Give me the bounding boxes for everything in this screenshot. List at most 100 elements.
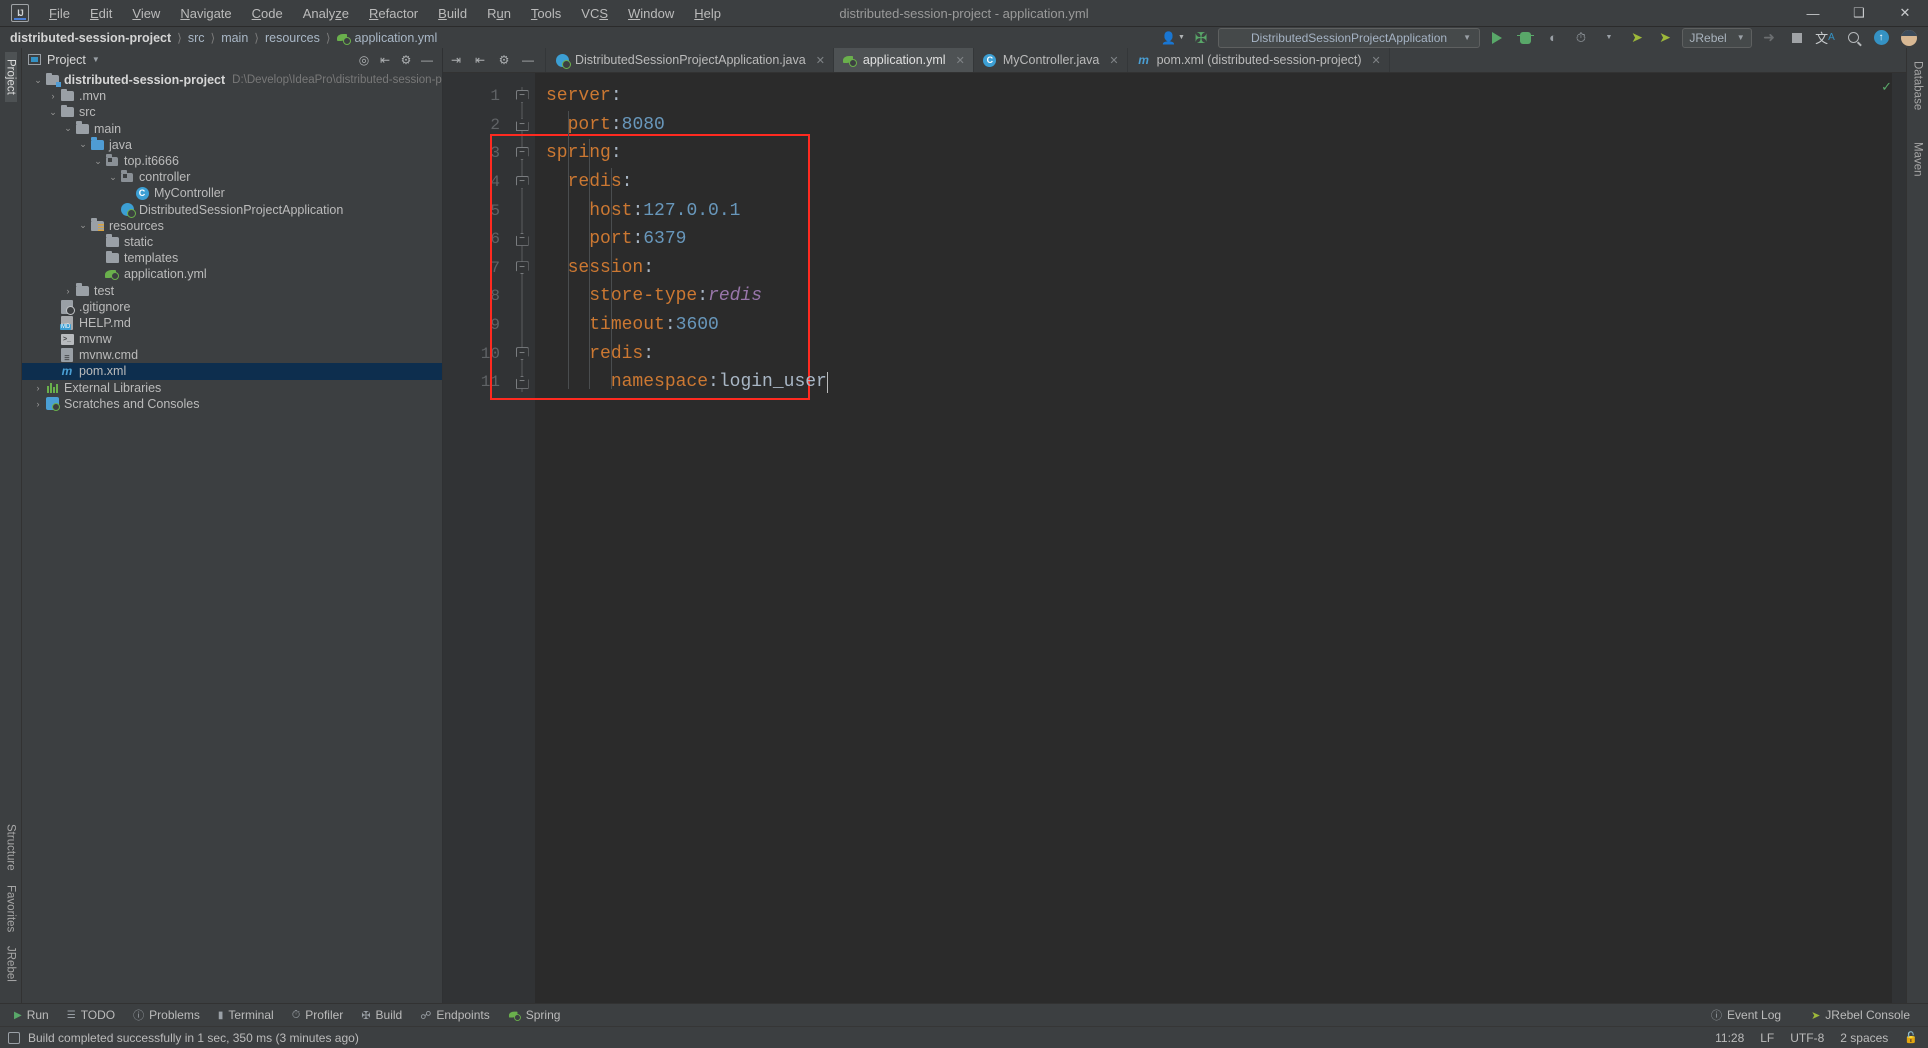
update-app-icon[interactable]: ➜ — [1758, 27, 1780, 48]
tree-item-java[interactable]: ⌄ java — [22, 137, 442, 153]
fold-collapse-icon[interactable]: − — [515, 375, 529, 389]
hide-panel-icon[interactable]: — — [418, 51, 436, 69]
line-number[interactable]: 7 — [443, 254, 509, 283]
fold-marker[interactable]: − — [509, 139, 535, 168]
status-encoding[interactable]: UTF-8 — [1790, 1031, 1824, 1045]
code-content[interactable]: server: port: 8080 spring: redis: host: 1… — [490, 73, 1906, 1003]
editor-tab-application-yml[interactable]: application.yml ✕ — [833, 48, 974, 72]
fold-collapse-icon[interactable]: − — [515, 261, 529, 275]
run-icon[interactable] — [1486, 27, 1508, 48]
chevron-down-icon[interactable]: ⌄ — [92, 156, 104, 167]
chevron-down-icon[interactable]: ▼ — [1598, 27, 1620, 48]
fold-collapse-icon[interactable]: − — [515, 347, 529, 361]
menu-code[interactable]: Code — [242, 2, 293, 25]
fold-collapse-icon[interactable]: − — [515, 175, 529, 189]
menu-navigate[interactable]: Navigate — [170, 2, 241, 25]
strip-jrebel-tab[interactable]: JRebel — [5, 939, 17, 989]
tool-spring[interactable]: Spring — [500, 1006, 569, 1024]
line-number[interactable]: 9 — [443, 311, 509, 340]
line-number[interactable]: 6 — [443, 225, 509, 254]
expand-all-icon[interactable]: ⇥ — [447, 51, 465, 69]
menu-vcs[interactable]: VCS — [571, 2, 618, 25]
close-button[interactable]: ✕ — [1882, 0, 1928, 27]
settings-gear-icon[interactable]: ⚙ — [397, 51, 415, 69]
fold-marker[interactable]: − — [509, 82, 535, 111]
run-configuration-selector[interactable]: DistributedSessionProjectApplication ▼ — [1218, 27, 1480, 48]
menu-window[interactable]: Window — [618, 2, 684, 25]
code-folding-column[interactable]: − − − − − − − − — [509, 73, 535, 1003]
tool-problems[interactable]: ⓘ Problems — [125, 1005, 208, 1025]
menu-help[interactable]: Help — [684, 2, 731, 25]
tree-item-resources[interactable]: ⌄ resources — [22, 218, 442, 234]
line-number[interactable]: 5 — [443, 196, 509, 225]
editor-tab-mycontroller-java[interactable]: C MyController.java ✕ — [974, 48, 1128, 72]
close-icon[interactable]: ✕ — [956, 54, 965, 67]
project-tree[interactable]: ⌄ distributed-session-project D:\Develop\I… — [22, 71, 442, 1003]
line-number[interactable]: 1 — [443, 82, 509, 111]
tree-item-src[interactable]: ⌄ src — [22, 104, 442, 120]
tool-endpoints[interactable]: ☍ Endpoints — [412, 1006, 498, 1024]
maximize-button[interactable]: ❑ — [1836, 0, 1882, 27]
code-line[interactable]: server: — [535, 82, 1906, 111]
status-indent[interactable]: 2 spaces — [1840, 1031, 1888, 1045]
breadcrumb-main[interactable]: main — [221, 31, 248, 45]
status-message[interactable]: Build completed successfully in 1 sec, 3… — [28, 1031, 359, 1045]
chevron-down-icon[interactable]: ⌄ — [32, 75, 44, 86]
tree-item-distributedsessionprojectapplication[interactable]: DistributedSessionProjectApplication — [22, 202, 442, 219]
tree-item-test[interactable]: › test — [22, 282, 442, 298]
code-line[interactable]: spring: — [535, 139, 1906, 168]
updates-icon[interactable]: ↑ — [1870, 27, 1892, 48]
chevron-down-icon[interactable]: ⌄ — [77, 220, 89, 231]
hide-panel-icon[interactable]: — — [519, 51, 537, 69]
editor-tab-distributedsessionprojectapplication-java[interactable]: DistributedSessionProjectApplication.jav… — [546, 48, 834, 72]
tree-item-help-md[interactable]: HELP.md — [22, 315, 442, 331]
chevron-right-icon[interactable]: › — [62, 286, 74, 296]
locate-icon[interactable]: ◎ — [355, 51, 373, 69]
build-hammer-icon[interactable]: ✠ — [1190, 27, 1212, 48]
write-access-icon[interactable]: 🔓 — [1904, 1031, 1918, 1044]
jrebel-debug-icon[interactable]: ➤ — [1654, 27, 1676, 48]
search-everywhere-icon[interactable] — [1842, 27, 1864, 48]
line-number[interactable]: 2 — [443, 111, 509, 140]
menu-edit[interactable]: Edit — [80, 2, 122, 25]
minimize-button[interactable]: — — [1790, 0, 1836, 27]
tree-item-templates[interactable]: templates — [22, 250, 442, 266]
menu-run[interactable]: Run — [477, 2, 521, 25]
tool-profiler[interactable]: ⏱ Profiler — [284, 1006, 352, 1024]
tree-item-distributed-session-project[interactable]: ⌄ distributed-session-project D:\Develop\I… — [22, 72, 442, 88]
tree-item-mycontroller[interactable]: C MyController — [22, 185, 442, 201]
code-editor[interactable]: 1 2 3 4 5 6 7 8 9 10 11 − − − − − − − − server: port: 808… — [443, 73, 1906, 1003]
tool-todo[interactable]: ☰ TODO — [59, 1006, 123, 1024]
account-avatar[interactable] — [1898, 27, 1920, 48]
tool-terminal[interactable]: ▮ Terminal — [210, 1006, 282, 1024]
tree-item-pom-xml[interactable]: m pom.xml — [22, 363, 442, 380]
status-time[interactable]: 11:28 — [1715, 1031, 1744, 1045]
chevron-down-icon[interactable]: ⌄ — [77, 139, 89, 150]
jrebel-run-icon[interactable]: ➤ — [1626, 27, 1648, 48]
chevron-right-icon[interactable]: › — [47, 91, 59, 101]
fold-marker[interactable]: − — [509, 368, 535, 397]
inspection-ok-icon[interactable]: ✓ — [1881, 79, 1892, 95]
tool-event-log[interactable]: ⓘ Event Log — [1703, 1005, 1789, 1025]
stop-icon[interactable] — [1786, 27, 1808, 48]
fold-marker[interactable]: − — [509, 225, 535, 254]
chevron-down-icon[interactable]: ⌄ — [47, 107, 59, 118]
close-icon[interactable]: ✕ — [1372, 54, 1381, 67]
debug-icon[interactable] — [1514, 27, 1536, 48]
run-with-coverage-icon[interactable]: ◐ — [1542, 27, 1564, 48]
code-line[interactable]: store-type: redis — [535, 282, 1906, 311]
profiler-icon[interactable]: ⏱ — [1570, 27, 1592, 48]
chevron-down-icon[interactable]: ⌄ — [62, 123, 74, 134]
tree-item-controller[interactable]: ⌄ controller — [22, 169, 442, 185]
fold-collapse-icon[interactable]: − — [515, 89, 529, 103]
breadcrumb-project[interactable]: distributed-session-project — [10, 31, 171, 45]
error-stripe-marker[interactable]: ✓ — [1881, 73, 1906, 1003]
fold-marker[interactable]: − — [509, 339, 535, 368]
tree-item-top-it6666[interactable]: ⌄ top.it6666 — [22, 153, 442, 169]
menu-refactor[interactable]: Refactor — [359, 2, 428, 25]
tool-jrebel-console[interactable]: ➤ JRebel Console — [1803, 1006, 1918, 1024]
editor-tab-bar[interactable]: ⇥ ⇤ ⚙ — DistributedSessionProjectApplication… — [443, 48, 1906, 73]
chevron-down-icon[interactable]: ⌄ — [107, 172, 119, 183]
code-line[interactable]: namespace: login_user — [535, 368, 1906, 397]
menu-tools[interactable]: Tools — [521, 2, 571, 25]
